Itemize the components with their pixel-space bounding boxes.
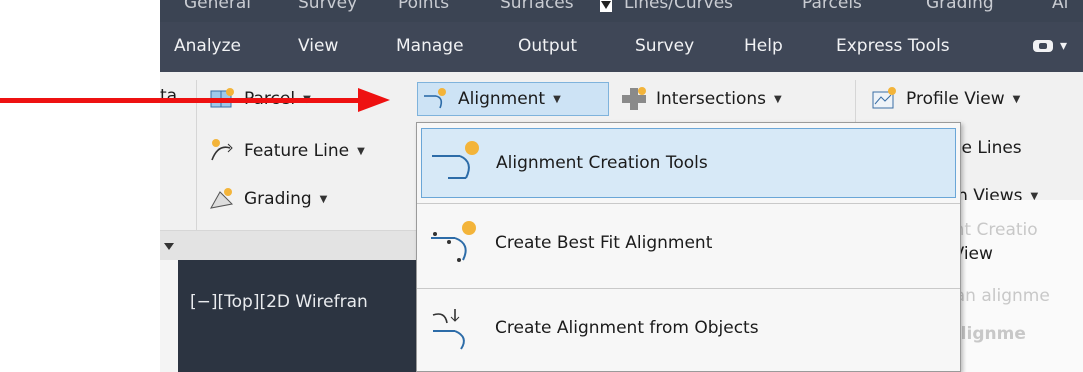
menu-item-label: Alignment Creation Tools [496,153,708,173]
menu-survey[interactable]: Survey [635,36,694,56]
alignment-creation-icon [426,136,484,190]
grading-label: Grading [244,189,312,209]
menu-separator [417,203,960,204]
alignment-from-objects-icon [425,301,483,355]
alignment-label: Alignment [458,89,546,109]
menu-item-alignment-creation-tools[interactable]: Alignment Creation Tools [421,128,956,198]
menu-item-best-fit-alignment[interactable]: Create Best Fit Alignment [421,208,956,278]
menu-output[interactable]: Output [518,36,577,56]
grading-icon [208,186,236,212]
menu-express-tools[interactable]: Express Tools [836,36,950,56]
profile-view-label: Profile View [906,89,1005,109]
cut-off-label: ta [160,86,178,106]
tab-general[interactable]: General [184,0,251,13]
annotation-arrow-head [358,88,390,112]
alignment-button[interactable]: Alignment ▼ [422,86,561,112]
profile-view-button[interactable]: Profile View ▼ [870,86,1020,112]
menu-manage[interactable]: Manage [396,36,464,56]
feature-line-icon [208,138,236,164]
tab-surfaces[interactable]: Surfaces [500,0,574,13]
tab-parcels[interactable]: Parcels [802,0,862,13]
tab-lines-curves[interactable]: Lines/Curves [624,0,733,13]
tab-survey[interactable]: Survey [298,0,357,13]
file-tab-strip [160,260,178,372]
intersections-button[interactable]: Intersections ▼ [620,86,782,112]
panel-expand-icon[interactable] [164,243,174,250]
grading-button[interactable]: Grading ▼ [208,186,327,212]
menu-item-alignment-from-objects[interactable]: Create Alignment from Objects [421,293,956,363]
best-fit-alignment-icon [425,216,483,270]
profile-view-icon [870,86,898,112]
left-margin [0,0,160,372]
feature-line-label: Feature Line [244,141,350,161]
menu-item-label: Create Best Fit Alignment [495,233,713,253]
menu-help[interactable]: Help [744,36,783,56]
intersections-icon [620,86,648,112]
tab-grading[interactable]: Grading [926,0,994,13]
menu-item-label: Create Alignment from Objects [495,318,759,338]
tab-overflow[interactable]: Al [1052,0,1068,13]
menu-separator [417,288,960,289]
tab-points[interactable]: Points [398,0,449,13]
annotation-arrow [0,98,360,103]
cursor-caret-icon [600,0,612,12]
menu-bar: Analyze View Manage Output Survey Help E… [160,22,1083,72]
cloud-icon[interactable] [1033,40,1053,52]
chevron-down-icon[interactable]: ▾ [1060,38,1067,54]
feature-line-button[interactable]: Feature Line ▼ [208,138,365,164]
intersections-label: Intersections [656,89,766,109]
menu-analyze[interactable]: Analyze [174,36,241,56]
alignment-dropdown-menu: Alignment Creation Tools Create Best Fit… [416,122,961,372]
alignment-icon [422,86,450,112]
viewport-controls[interactable]: [−][Top][2D Wirefran [190,292,368,312]
ribbon-tab-row: General Survey Points Surfaces Lines/Cur… [160,0,1083,22]
menu-view[interactable]: View [298,36,338,56]
